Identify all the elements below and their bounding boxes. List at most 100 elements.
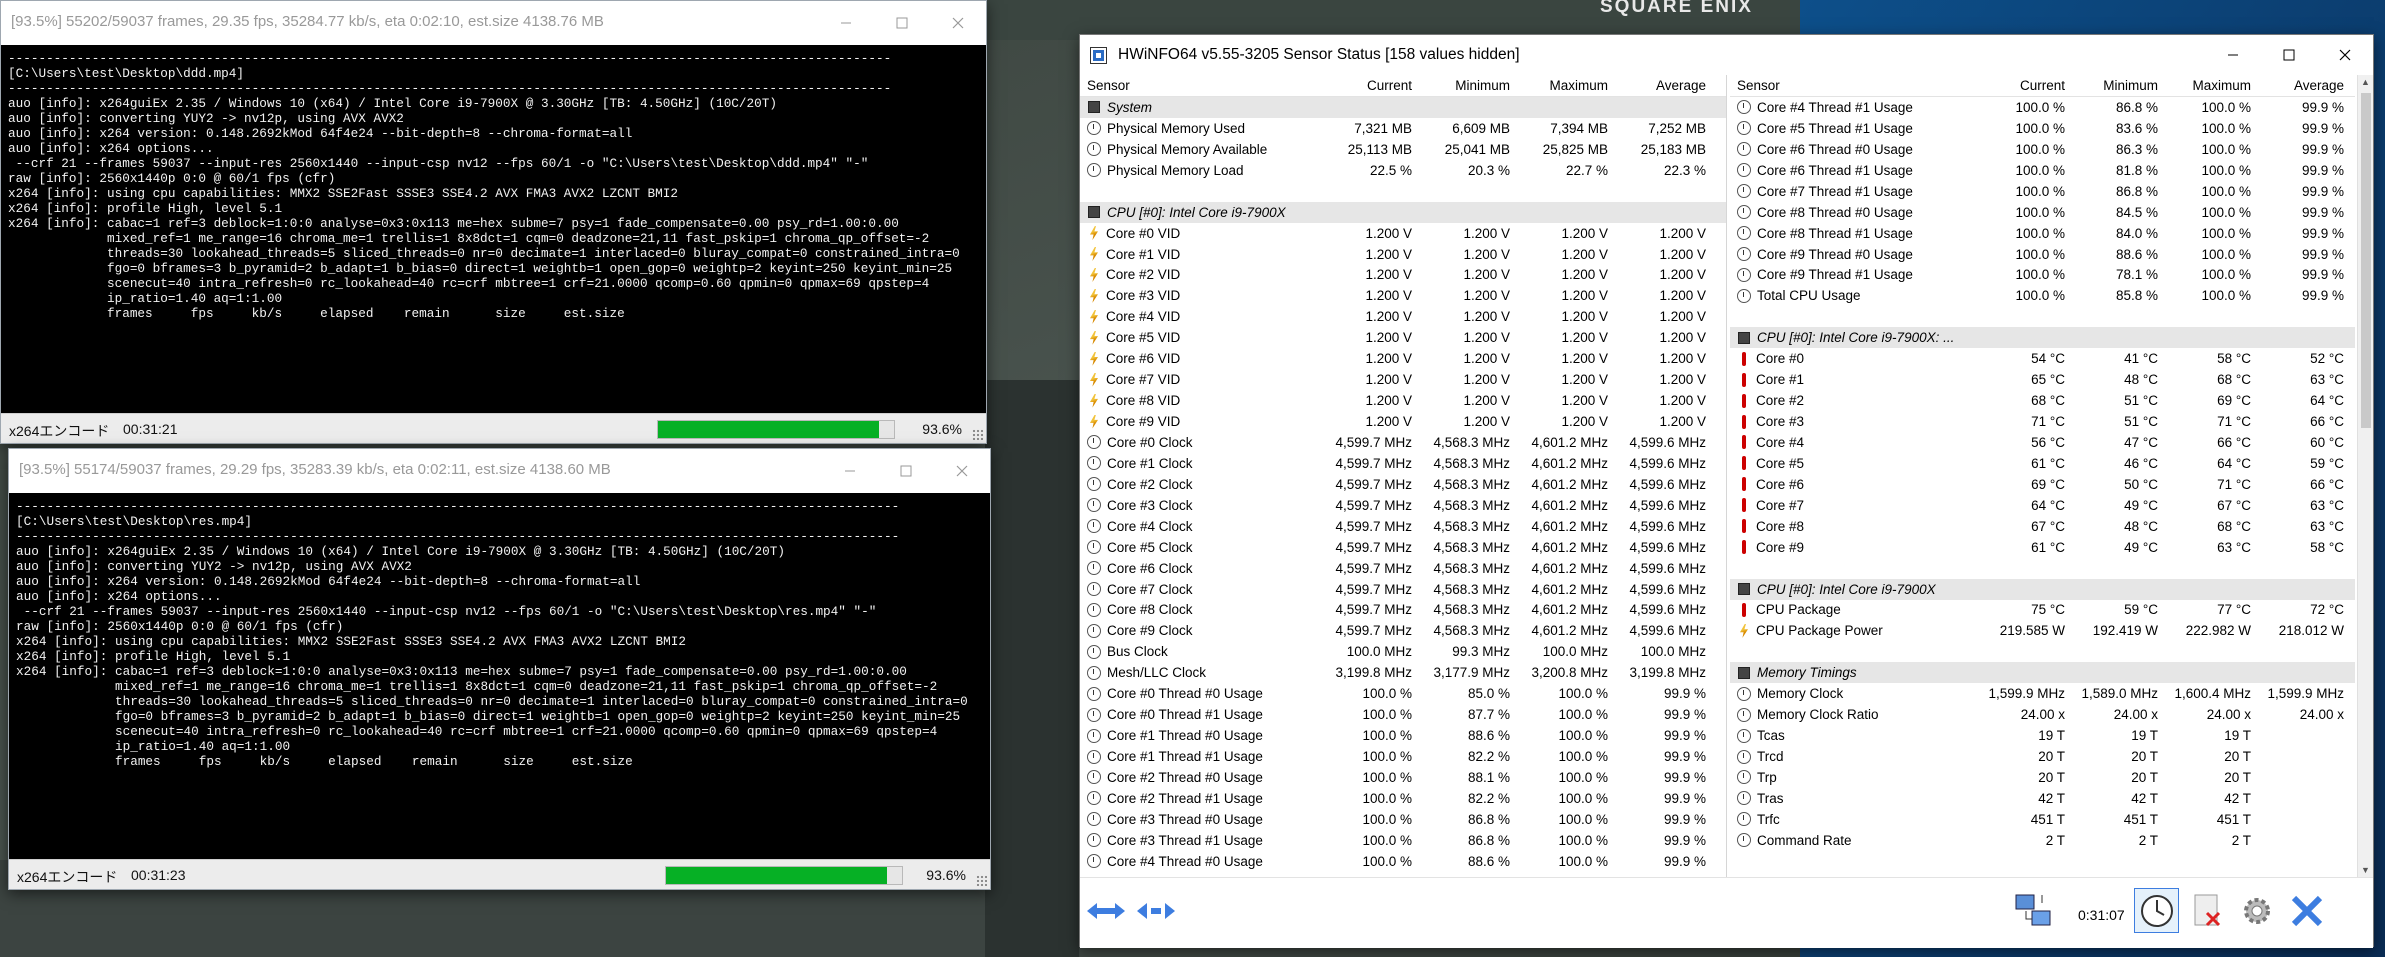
- sensor-row-core-1-thread-0-usage[interactable]: Core #1 Thread #0 Usage 100.0 % 88.6 % 100.…: [1080, 725, 1726, 746]
- column-header[interactable]: Sensor Current Minimum Maximum Average: [1730, 75, 2355, 97]
- sensor-row-core-2[interactable]: Core #2 68 °C 51 °C 69 °C 64 °C: [1730, 390, 2355, 411]
- sensor-row-core-3-vid[interactable]: Core #3 VID 1.200 V 1.200 V 1.200 V 1.200 V: [1080, 285, 1726, 306]
- sensor-row-core-1[interactable]: Core #1 65 °C 48 °C 68 °C 63 °C: [1730, 369, 2355, 390]
- col-current[interactable]: Current: [1978, 75, 2071, 96]
- sensor-row-core-5-thread-1-usage[interactable]: Core #5 Thread #1 Usage 100.0 % 83.6 % 100.…: [1730, 118, 2355, 139]
- sensor-row-core-0-clock[interactable]: Core #0 Clock 4,599.7 MHz 4,568.3 MHz 4,601…: [1080, 432, 1726, 453]
- sensor-row-command-rate[interactable]: Command Rate 2 T 2 T 2 T: [1730, 830, 2355, 851]
- settings-button[interactable]: [2234, 888, 2279, 933]
- col-sensor[interactable]: Sensor: [1080, 75, 1320, 96]
- sensor-row-core-5-vid[interactable]: Core #5 VID 1.200 V 1.200 V 1.200 V 1.200 V: [1080, 327, 1726, 348]
- sensor-row-core-9-thread-0-usage[interactable]: Core #9 Thread #0 Usage 100.0 % 88.6 % 100.…: [1730, 244, 2355, 265]
- title-bar[interactable]: HWiNFO64 v5.55-3205 Sensor Status [158 v…: [1080, 35, 2373, 75]
- sensor-table-right[interactable]: Sensor Current Minimum Maximum Average C…: [1730, 75, 2355, 877]
- sensor-row-core-4[interactable]: Core #4 56 °C 47 °C 66 °C 60 °C: [1730, 432, 2355, 453]
- sensor-row-core-6-thread-1-usage[interactable]: Core #6 Thread #1 Usage 100.0 % 81.8 % 100.…: [1730, 160, 2355, 181]
- sensor-row-core-9-clock[interactable]: Core #9 Clock 4,599.7 MHz 4,568.3 MHz 4,601…: [1080, 620, 1726, 641]
- minimize-button[interactable]: [818, 1, 874, 45]
- category-system[interactable]: System: [1080, 97, 1726, 118]
- sensor-row-cpu-package-power[interactable]: CPU Package Power 219.585 W 192.419 W 222.9…: [1730, 620, 2355, 641]
- sensor-row-core-9-thread-1-usage[interactable]: Core #9 Thread #1 Usage 100.0 % 78.1 % 100.…: [1730, 265, 2355, 286]
- sensor-row-trp[interactable]: Trp 20 T 20 T 20 T: [1730, 767, 2355, 788]
- sensor-row-core-7-vid[interactable]: Core #7 VID 1.200 V 1.200 V 1.200 V 1.200 V: [1080, 369, 1726, 390]
- sensor-row-cpu-package[interactable]: CPU Package 75 °C 59 °C 77 °C 72 °C: [1730, 600, 2355, 621]
- sensor-row-core-6-vid[interactable]: Core #6 VID 1.200 V 1.200 V 1.200 V 1.200 V: [1080, 348, 1726, 369]
- sensor-row-core-6-clock[interactable]: Core #6 Clock 4,599.7 MHz 4,568.3 MHz 4,601…: [1080, 558, 1726, 579]
- sensor-row-core-3[interactable]: Core #3 71 °C 51 °C 71 °C 66 °C: [1730, 411, 2355, 432]
- encoder-log-console[interactable]: ----------------------------------------…: [1, 45, 986, 415]
- column-header[interactable]: Sensor Current Minimum Maximum Average: [1080, 75, 1726, 97]
- category-cpu-0-intel-core-i9-7900x[interactable]: CPU [#0]: Intel Core i9-7900X: ...: [1730, 327, 2355, 349]
- sensor-row-core-4-clock[interactable]: Core #4 Clock 4,599.7 MHz 4,568.3 MHz 4,601…: [1080, 516, 1726, 537]
- sensor-row-core-0-vid[interactable]: Core #0 VID 1.200 V 1.200 V 1.200 V 1.200 V: [1080, 223, 1726, 244]
- sensor-row-bus-clock[interactable]: Bus Clock 100.0 MHz 99.3 MHz 100.0 MHz 100.0…: [1080, 641, 1726, 662]
- close-button[interactable]: [2317, 35, 2373, 75]
- sensor-row-mesh-llc-clock[interactable]: Mesh/LLC Clock 3,199.8 MHz 3,177.9 MHz 3,20…: [1080, 662, 1726, 683]
- sensor-row-core-3-thread-1-usage[interactable]: Core #3 Thread #1 Usage 100.0 % 86.8 % 100.…: [1080, 830, 1726, 851]
- sensor-row-total-cpu-usage[interactable]: Total CPU Usage 100.0 % 85.8 % 100.0 % 99.9 …: [1730, 285, 2355, 306]
- col-minimum[interactable]: Minimum: [2071, 75, 2164, 96]
- collapse-right-button[interactable]: [1133, 888, 1178, 933]
- sensor-row-physical-memory-available[interactable]: Physical Memory Available 25,113 MB 25,041…: [1080, 139, 1726, 160]
- sensor-row-core-7[interactable]: Core #7 64 °C 49 °C 67 °C 63 °C: [1730, 495, 2355, 516]
- sensor-row-tcas[interactable]: Tcas 19 T 19 T 19 T: [1730, 725, 2355, 746]
- title-bar[interactable]: [93.5%] 55174/59037 frames, 29.29 fps, 3…: [9, 449, 990, 493]
- network-button[interactable]: [2011, 888, 2056, 933]
- minimize-button[interactable]: [822, 449, 878, 493]
- category-cpu-0-intel-core-i9-7900x[interactable]: CPU [#0]: Intel Core i9-7900X: [1730, 578, 2355, 600]
- sensor-row-memory-clock[interactable]: Memory Clock 1,599.9 MHz 1,589.0 MHz 1,600.…: [1730, 683, 2355, 704]
- maximize-button[interactable]: [874, 1, 930, 45]
- sensor-row-core-0-thread-1-usage[interactable]: Core #0 Thread #1 Usage 100.0 % 87.7 % 100.…: [1080, 704, 1726, 725]
- sensor-row-core-8-thread-1-usage[interactable]: Core #8 Thread #1 Usage 100.0 % 84.0 % 100.…: [1730, 223, 2355, 244]
- sensor-row-physical-memory-used[interactable]: Physical Memory Used 7,321 MB 6,609 MB 7,39…: [1080, 118, 1726, 139]
- clock-button[interactable]: [2134, 888, 2179, 933]
- sensor-row-core-2-thread-0-usage[interactable]: Core #2 Thread #0 Usage 100.0 % 88.1 % 100.…: [1080, 767, 1726, 788]
- sensor-row-trcd[interactable]: Trcd 20 T 20 T 20 T: [1730, 746, 2355, 767]
- maximize-button[interactable]: [878, 449, 934, 493]
- col-minimum[interactable]: Minimum: [1418, 75, 1516, 96]
- sensor-row-core-8[interactable]: Core #8 67 °C 48 °C 68 °C 63 °C: [1730, 516, 2355, 537]
- sensor-row-core-9[interactable]: Core #9 61 °C 49 °C 63 °C 58 °C: [1730, 537, 2355, 558]
- minimize-button[interactable]: [2205, 35, 2261, 75]
- col-maximum[interactable]: Maximum: [2164, 75, 2257, 96]
- sensor-row-core-9-vid[interactable]: Core #9 VID 1.200 V 1.200 V 1.200 V 1.200 V: [1080, 411, 1726, 432]
- scroll-thumb[interactable]: [2361, 93, 2371, 428]
- sensor-row-core-8-thread-0-usage[interactable]: Core #8 Thread #0 Usage 100.0 % 84.5 % 100.…: [1730, 202, 2355, 223]
- col-average[interactable]: Average: [1614, 75, 1712, 96]
- col-average[interactable]: Average: [2257, 75, 2350, 96]
- sensor-row-physical-memory-load[interactable]: Physical Memory Load 22.5 % 20.3 % 22.7 % 22…: [1080, 160, 1726, 181]
- close-button[interactable]: [934, 449, 990, 493]
- scroll-up-icon[interactable]: ▲: [2361, 77, 2370, 87]
- sensor-row-core-1-thread-1-usage[interactable]: Core #1 Thread #1 Usage 100.0 % 82.2 % 100.…: [1080, 746, 1726, 767]
- scroll-down-icon[interactable]: ▼: [2361, 865, 2370, 875]
- sensor-table-left[interactable]: Sensor Current Minimum Maximum Average S…: [1080, 75, 1727, 877]
- sensor-row-core-2-vid[interactable]: Core #2 VID 1.200 V 1.200 V 1.200 V 1.200 V: [1080, 265, 1726, 286]
- sensor-row-core-0-thread-0-usage[interactable]: Core #0 Thread #0 Usage 100.0 % 85.0 % 100.…: [1080, 683, 1726, 704]
- resize-grip-icon[interactable]: [976, 875, 987, 886]
- sensor-row-core-4-thread-1-usage[interactable]: Core #4 Thread #1 Usage 100.0 % 86.8 % 100.…: [1730, 97, 2355, 118]
- sensor-row-core-2-clock[interactable]: Core #2 Clock 4,599.7 MHz 4,568.3 MHz 4,601…: [1080, 474, 1726, 495]
- clear-button[interactable]: [2184, 888, 2229, 933]
- sensor-row-core-7-thread-1-usage[interactable]: Core #7 Thread #1 Usage 100.0 % 86.8 % 100.…: [1730, 181, 2355, 202]
- sensor-row-core-5-clock[interactable]: Core #5 Clock 4,599.7 MHz 4,568.3 MHz 4,601…: [1080, 537, 1726, 558]
- sensor-row-core-6-thread-0-usage[interactable]: Core #6 Thread #0 Usage 100.0 % 86.3 % 100.…: [1730, 139, 2355, 160]
- title-bar[interactable]: [93.5%] 55202/59037 frames, 29.35 fps, 3…: [1, 1, 986, 45]
- sensor-row-core-2-thread-1-usage[interactable]: Core #2 Thread #1 Usage 100.0 % 82.2 % 100.…: [1080, 788, 1726, 809]
- sensor-row-core-4-vid[interactable]: Core #4 VID 1.200 V 1.200 V 1.200 V 1.200 V: [1080, 306, 1726, 327]
- close-hwinfo-button[interactable]: [2284, 888, 2329, 933]
- col-current[interactable]: Current: [1320, 75, 1418, 96]
- encoder-log-console[interactable]: ----------------------------------------…: [9, 493, 990, 861]
- sensor-row-core-1-clock[interactable]: Core #1 Clock 4,599.7 MHz 4,568.3 MHz 4,601…: [1080, 453, 1726, 474]
- category-cpu-0-intel-core-i9-7900x[interactable]: CPU [#0]: Intel Core i9-7900X: [1080, 201, 1726, 223]
- sensor-row-tras[interactable]: Tras 42 T 42 T 42 T: [1730, 788, 2355, 809]
- expand-left-button[interactable]: [1083, 888, 1128, 933]
- vertical-scrollbar[interactable]: ▲ ▼: [2357, 75, 2373, 877]
- close-button[interactable]: [930, 1, 986, 45]
- sensor-row-core-1-vid[interactable]: Core #1 VID 1.200 V 1.200 V 1.200 V 1.200 V: [1080, 244, 1726, 265]
- sensor-row-core-0[interactable]: Core #0 54 °C 41 °C 58 °C 52 °C: [1730, 348, 2355, 369]
- col-sensor[interactable]: Sensor: [1730, 75, 1978, 96]
- col-maximum[interactable]: Maximum: [1516, 75, 1614, 96]
- sensor-row-memory-clock-ratio[interactable]: Memory Clock Ratio 24.00 x 24.00 x 24.00 x 2…: [1730, 704, 2355, 725]
- resize-grip-icon[interactable]: [972, 429, 983, 440]
- sensor-row-core-3-clock[interactable]: Core #3 Clock 4,599.7 MHz 4,568.3 MHz 4,601…: [1080, 495, 1726, 516]
